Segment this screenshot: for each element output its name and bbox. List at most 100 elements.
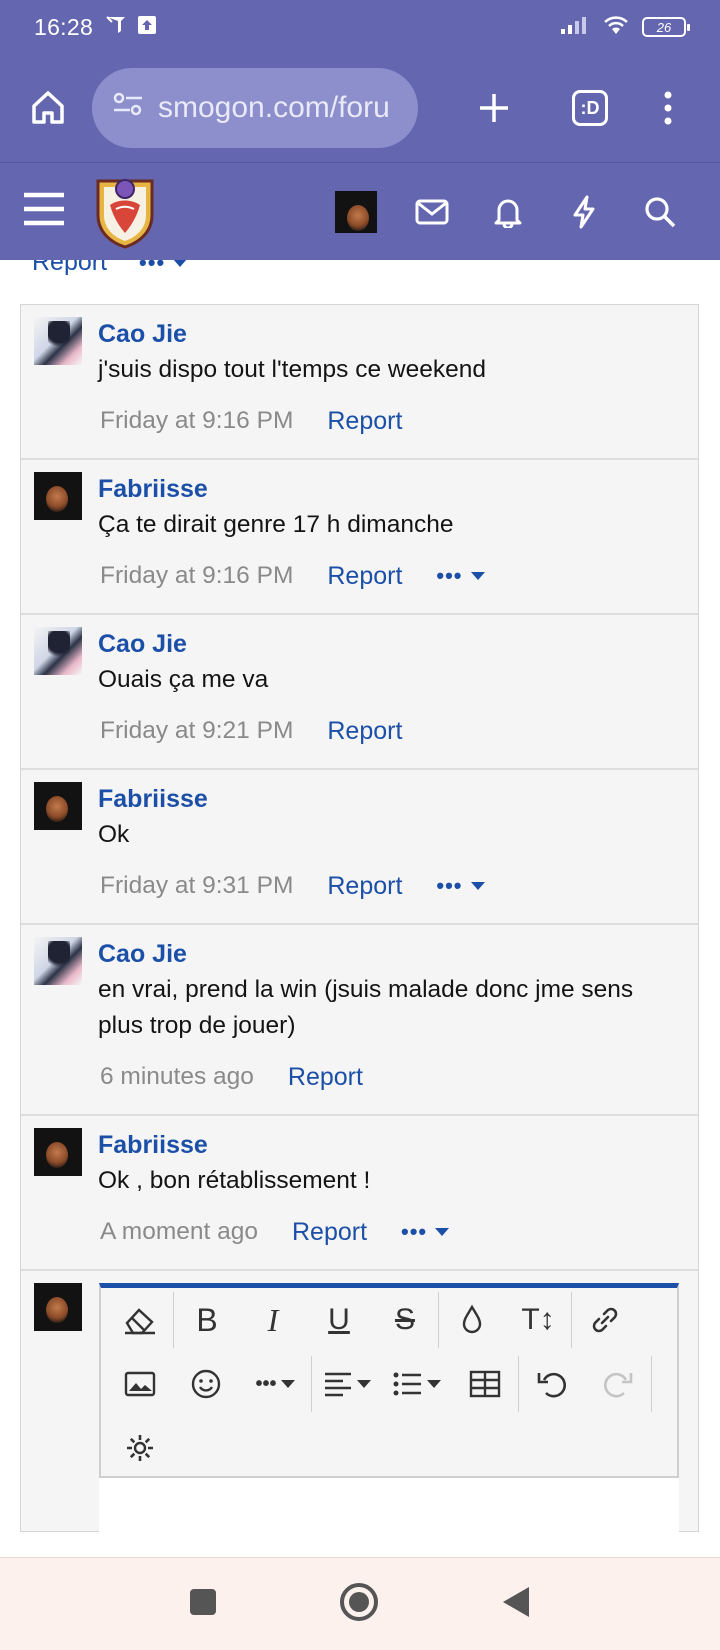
avatar[interactable] xyxy=(34,782,82,830)
message-item: Cao Jie en vrai, prend la win (jsuis mal… xyxy=(21,925,698,1116)
message-author[interactable]: Cao Jie xyxy=(98,319,678,349)
message-author[interactable]: Cao Jie xyxy=(98,939,678,969)
message-text: j'suis dispo tout l'temps ce weekend xyxy=(98,356,486,383)
inbox-icon[interactable] xyxy=(394,182,470,242)
strikethrough-icon[interactable]: S xyxy=(372,1292,438,1348)
tab-count: :D xyxy=(572,90,608,126)
avatar[interactable] xyxy=(34,937,82,985)
color-icon[interactable] xyxy=(439,1292,505,1348)
message-text: Ok xyxy=(98,821,130,848)
message-time[interactable]: Friday at 9:21 PM xyxy=(100,717,293,745)
message-time[interactable]: Friday at 9:16 PM xyxy=(100,407,293,435)
reply-editor-row: B I U S T↕ ••• xyxy=(21,1271,698,1546)
chevron-down-icon xyxy=(435,1228,450,1236)
message-text: Ouais ça me va xyxy=(98,666,269,693)
overflow-menu-icon[interactable] xyxy=(638,78,698,138)
previous-post-actions: Report ••• xyxy=(32,260,188,277)
more-dots-icon: ••• xyxy=(436,873,463,898)
mute-icon xyxy=(105,15,127,40)
tab-switcher-icon[interactable]: :D xyxy=(542,78,638,138)
message-item: Fabriisse Ça te dirait genre 17 h dimanc… xyxy=(21,460,698,615)
message-author[interactable]: Fabriisse xyxy=(98,1130,678,1160)
eraser-icon[interactable] xyxy=(107,1292,173,1348)
message-author[interactable]: Fabriisse xyxy=(98,784,678,814)
report-link[interactable]: Report xyxy=(327,407,402,436)
more-dots-icon: ••• xyxy=(436,563,463,588)
status-time: 16:28 xyxy=(34,13,94,40)
message-author[interactable]: Cao Jie xyxy=(98,629,678,659)
report-link[interactable]: Report xyxy=(327,872,402,901)
avatar[interactable] xyxy=(34,627,82,675)
message-time[interactable]: Friday at 9:31 PM xyxy=(100,872,293,900)
reply-editor: B I U S T↕ ••• xyxy=(99,1283,679,1546)
browser-toolbar: smogon.com/foru :D xyxy=(0,54,720,162)
message-text: Ça te dirait genre 17 h dimanche xyxy=(98,511,454,538)
avatar xyxy=(34,1283,82,1331)
message-item: Fabriisse Ok Friday at 9:31 PM Report ••… xyxy=(21,770,698,925)
report-link[interactable]: Report xyxy=(32,260,107,277)
editor-toolbar-row: B I U S T↕ xyxy=(101,1288,677,1352)
avatar[interactable] xyxy=(34,1128,82,1176)
italic-icon[interactable]: I xyxy=(240,1292,306,1348)
more-options-icon[interactable]: ••• xyxy=(239,1356,311,1412)
avatar[interactable] xyxy=(34,472,82,520)
message-item: Cao Jie j'suis dispo tout l'temps ce wee… xyxy=(21,305,698,460)
hamburger-menu-icon[interactable] xyxy=(22,191,66,232)
report-link[interactable]: Report xyxy=(292,1218,367,1247)
link-icon[interactable] xyxy=(572,1292,638,1348)
user-avatar-button[interactable] xyxy=(318,182,394,242)
new-tab-icon[interactable] xyxy=(446,78,542,138)
more-actions-menu[interactable]: ••• xyxy=(436,873,485,899)
chevron-down-icon xyxy=(470,882,485,890)
android-nav-bar xyxy=(0,1557,720,1650)
list-icon[interactable] xyxy=(382,1356,452,1412)
underline-icon[interactable]: U xyxy=(306,1292,372,1348)
emoji-icon[interactable] xyxy=(173,1356,239,1412)
bold-icon[interactable]: B xyxy=(174,1292,240,1348)
message-author[interactable]: Fabriisse xyxy=(98,474,678,504)
user-avatar xyxy=(335,190,377,233)
lightning-icon[interactable] xyxy=(546,182,622,242)
redo-icon xyxy=(585,1356,651,1412)
report-link[interactable]: Report xyxy=(327,562,402,591)
conversation-content: Report ••• Cao Jie j'suis dispo tout l't… xyxy=(0,260,720,1557)
avatar[interactable] xyxy=(34,317,82,365)
chevron-down-icon xyxy=(470,572,485,580)
report-link[interactable]: Report xyxy=(288,1063,363,1092)
site-header xyxy=(0,162,720,260)
more-actions-menu[interactable]: ••• xyxy=(436,563,485,589)
search-icon[interactable] xyxy=(622,182,698,242)
undo-icon[interactable] xyxy=(519,1356,585,1412)
message-list: Cao Jie j'suis dispo tout l'temps ce wee… xyxy=(20,304,699,1546)
smogon-logo[interactable] xyxy=(92,175,158,249)
message-text: en vrai, prend la win (jsuis malade donc… xyxy=(98,976,634,1039)
reply-text-input[interactable] xyxy=(99,1476,679,1546)
align-icon[interactable] xyxy=(312,1356,382,1412)
editor-toolbar-row xyxy=(101,1416,677,1480)
message-time[interactable]: 6 minutes ago xyxy=(100,1063,254,1091)
battery-icon: 26 xyxy=(642,17,690,37)
signal-icon xyxy=(560,15,590,40)
site-settings-icon[interactable] xyxy=(112,91,144,125)
editor-toolbar-row: ••• xyxy=(101,1352,677,1416)
url-text: smogon.com/foru xyxy=(158,91,390,124)
chevron-down-icon xyxy=(173,260,188,267)
status-bar: 16:28 26 xyxy=(0,0,720,54)
more-actions-menu[interactable]: ••• xyxy=(401,1219,450,1245)
home-nav-icon[interactable] xyxy=(338,1581,380,1628)
message-time[interactable]: Friday at 9:16 PM xyxy=(100,562,293,590)
text-size-icon[interactable]: T↕ xyxy=(505,1292,571,1348)
image-icon[interactable] xyxy=(107,1356,173,1412)
more-actions-menu[interactable]: ••• xyxy=(139,260,188,276)
recents-icon[interactable] xyxy=(188,1587,218,1622)
back-icon[interactable] xyxy=(500,1584,532,1625)
upload-icon xyxy=(137,15,157,40)
url-bar[interactable]: smogon.com/foru xyxy=(92,68,418,148)
wifi-icon xyxy=(602,14,630,41)
table-icon[interactable] xyxy=(452,1356,518,1412)
settings-icon[interactable] xyxy=(107,1420,173,1476)
home-icon[interactable] xyxy=(22,82,74,134)
message-time[interactable]: A moment ago xyxy=(100,1218,258,1246)
bell-icon[interactable] xyxy=(470,182,546,242)
report-link[interactable]: Report xyxy=(327,717,402,746)
